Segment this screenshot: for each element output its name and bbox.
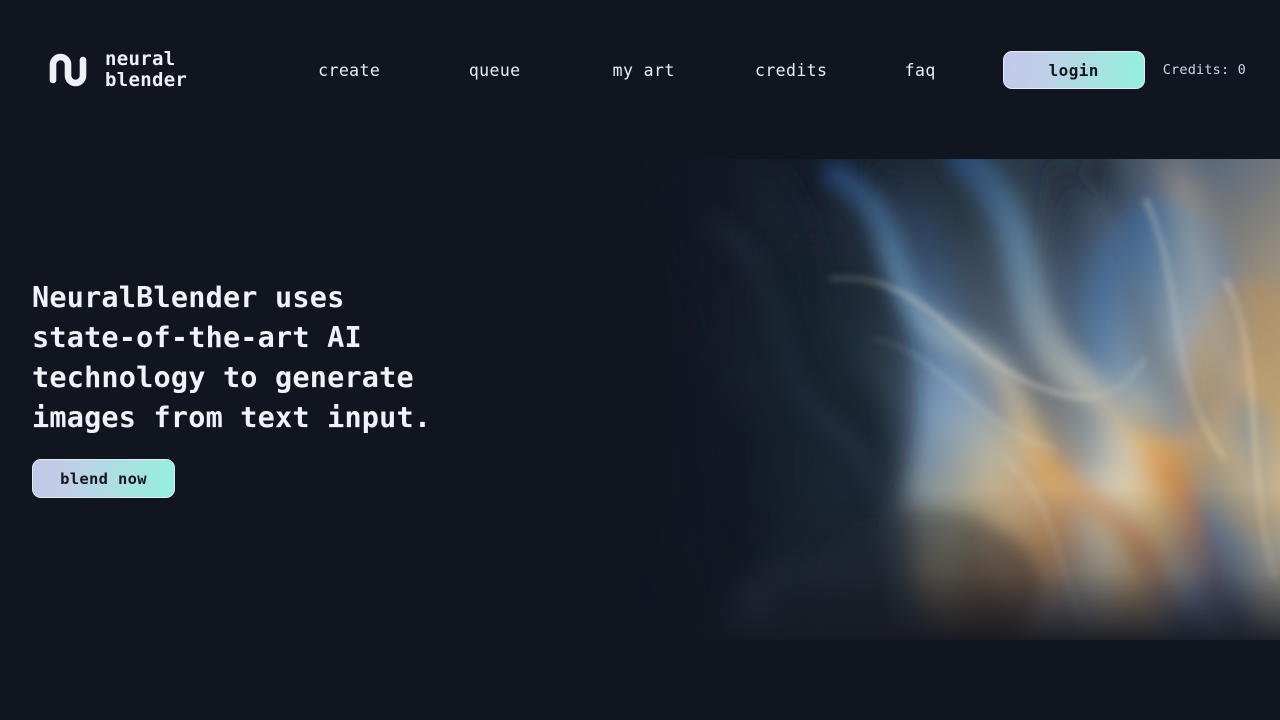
hero-artwork-image (625, 159, 1280, 640)
nav-item-my-art[interactable]: my art (566, 55, 721, 86)
login-button[interactable]: login (1002, 51, 1145, 89)
brand-name: neural blender (105, 47, 188, 91)
nav-link-my-art-label[interactable]: my art (613, 55, 675, 86)
nav-item-credits[interactable]: credits (721, 55, 861, 86)
page-title: NeuralBlender uses state-of-the-art AI t… (32, 281, 432, 434)
nav-link-queue-label[interactable]: queue (469, 55, 521, 86)
main-navigation: create queue my art credits faq (275, 55, 979, 86)
hero-section: NeuralBlender uses state-of-the-art AI t… (32, 278, 607, 498)
nav-link-credits-label[interactable]: credits (755, 55, 827, 86)
nav-item-create[interactable]: create (275, 55, 423, 86)
site-header: neural blender create queue my art credi… (0, 0, 1280, 140)
nav-link-create-label[interactable]: create (318, 55, 380, 86)
brand-logo[interactable]: neural blender (46, 46, 187, 94)
blend-now-button[interactable]: blend now (32, 459, 175, 498)
nav-item-faq[interactable]: faq (861, 55, 979, 86)
credits-balance: Credits: 0 (1162, 62, 1246, 78)
neural-blender-monogram-icon (46, 46, 92, 94)
nav-link-faq-label[interactable]: faq (905, 55, 936, 86)
nav-item-queue[interactable]: queue (423, 55, 566, 86)
header-actions: login Credits: 0 (1002, 51, 1246, 89)
